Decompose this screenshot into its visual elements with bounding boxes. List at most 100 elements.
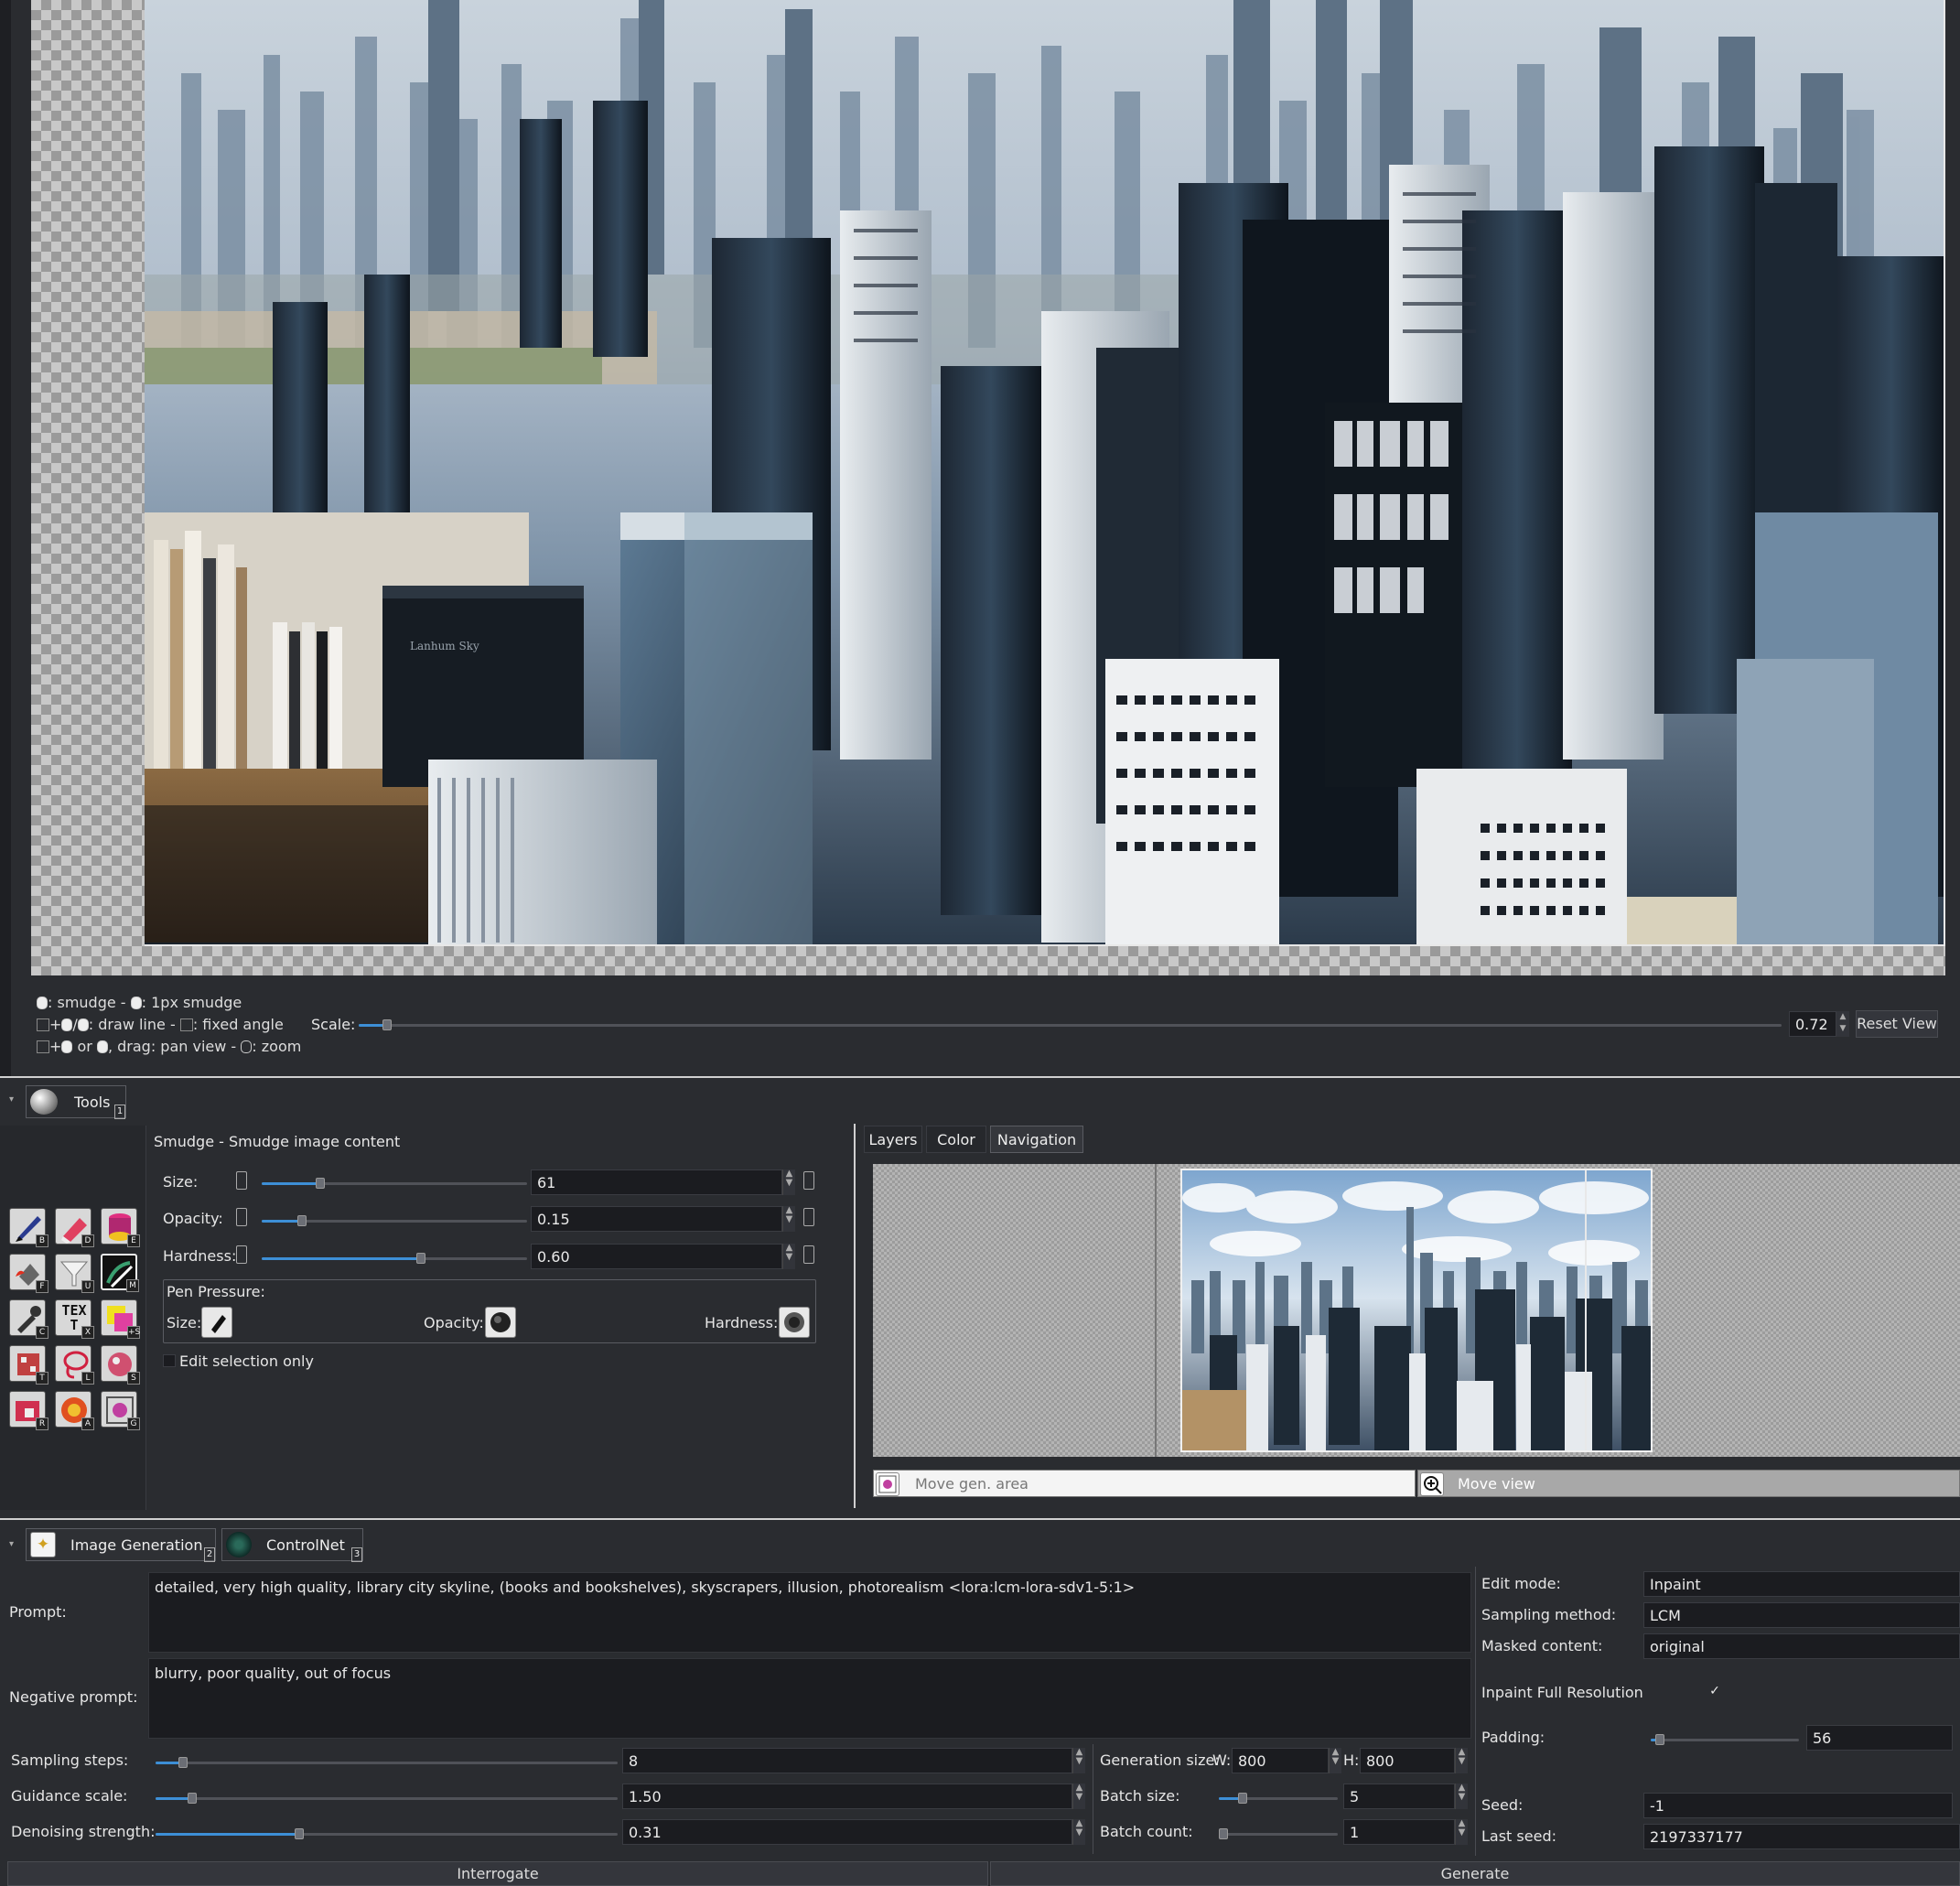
- tab-color[interactable]: Color: [926, 1126, 986, 1153]
- opacity-increase-icon[interactable]: [803, 1208, 814, 1226]
- height-spin-arrows[interactable]: ▲ ▼: [1455, 1748, 1468, 1773]
- auto-select-tool-icon[interactable]: A: [55, 1391, 94, 1430]
- fill-bucket-tool-icon[interactable]: F: [9, 1254, 48, 1293]
- batch-count-spin-arrows[interactable]: ▲ ▼: [1455, 1819, 1468, 1845]
- batch-count-input[interactable]: 1: [1343, 1819, 1455, 1845]
- sampling-steps-spin-arrows[interactable]: ▲ ▼: [1072, 1748, 1085, 1773]
- layer-stack-tool-icon[interactable]: E: [101, 1208, 140, 1247]
- tab-layers[interactable]: Layers: [864, 1126, 922, 1153]
- sampling-steps-input[interactable]: 8: [622, 1748, 1072, 1773]
- size-increase-icon[interactable]: [803, 1171, 814, 1190]
- move-view-button[interactable]: Move view: [1417, 1470, 1960, 1497]
- text-tool-icon[interactable]: TEXT X: [55, 1299, 94, 1339]
- mouse-right-icon: [77, 1018, 89, 1031]
- batch-size-slider-handle[interactable]: [1238, 1793, 1247, 1804]
- prompt-textarea[interactable]: detailed, very high quality, library cit…: [148, 1572, 1471, 1653]
- scale-spin-arrows[interactable]: ▲ ▼: [1836, 1011, 1849, 1037]
- sampling-method-select[interactable]: LCM: [1643, 1602, 1960, 1628]
- inpaint-full-resolution-checkbox[interactable]: ✓: [1707, 1684, 1722, 1698]
- padding-slider-handle[interactable]: [1655, 1734, 1664, 1745]
- sampling-steps-slider-handle[interactable]: [178, 1757, 188, 1768]
- scale-slider[interactable]: [359, 1019, 1782, 1030]
- select-tool-icon[interactable]: S: [101, 1345, 140, 1385]
- filter-tool-icon[interactable]: U: [55, 1254, 94, 1293]
- denoising-strength-slider[interactable]: [156, 1828, 618, 1839]
- eraser-tool-icon[interactable]: D: [55, 1208, 94, 1247]
- mouse-left-icon: [37, 997, 48, 1009]
- navigation-thumbnail: [1180, 1169, 1653, 1452]
- opacity-spin-arrows[interactable]: ▲ ▼: [782, 1206, 795, 1232]
- height-input[interactable]: 800: [1360, 1748, 1455, 1773]
- padding-slider[interactable]: [1651, 1734, 1799, 1745]
- image-canvas[interactable]: Lanhum Sky: [31, 0, 1945, 975]
- tab-image-generation[interactable]: ✦ Image Generation 2: [26, 1528, 216, 1562]
- hardness-spin-arrows[interactable]: ▲ ▼: [782, 1244, 795, 1269]
- last-seed-field[interactable]: 2197337177: [1643, 1824, 1960, 1849]
- hardness-increase-icon[interactable]: [803, 1245, 814, 1264]
- hardness-slider-handle[interactable]: [416, 1253, 425, 1264]
- width-input[interactable]: 800: [1232, 1748, 1329, 1773]
- scale-slider-handle[interactable]: [382, 1019, 392, 1030]
- reset-view-button[interactable]: Reset View: [1856, 1010, 1938, 1038]
- tab-navigation[interactable]: Navigation: [990, 1126, 1083, 1153]
- opacity-label: Opacity:: [163, 1210, 223, 1227]
- hardness-slider[interactable]: [262, 1253, 527, 1264]
- color-picker-tool-icon[interactable]: C: [9, 1299, 48, 1339]
- size-decrease-icon[interactable]: [236, 1171, 247, 1190]
- batch-size-slider[interactable]: [1219, 1793, 1338, 1804]
- size-slider[interactable]: [262, 1178, 527, 1189]
- guidance-scale-slider[interactable]: [156, 1793, 618, 1804]
- denoising-strength-slider-handle[interactable]: [295, 1828, 304, 1839]
- opacity-decrease-icon[interactable]: [236, 1208, 247, 1226]
- hardness-decrease-icon[interactable]: [236, 1245, 247, 1264]
- gen-area-tool-icon[interactable]: G: [101, 1391, 140, 1430]
- batch-count-slider[interactable]: [1219, 1828, 1338, 1839]
- tab-key-badge: 2: [204, 1547, 215, 1562]
- tab-tools[interactable]: Tools 1: [26, 1085, 126, 1119]
- brush-tool-icon[interactable]: B: [9, 1208, 48, 1247]
- controlnet-icon: [226, 1532, 252, 1557]
- opacity-slider-handle[interactable]: [297, 1215, 307, 1226]
- transform-tool-icon[interactable]: T: [9, 1345, 48, 1385]
- guidance-scale-slider-handle[interactable]: [188, 1793, 197, 1804]
- size-spin-arrows[interactable]: ▲ ▼: [782, 1169, 795, 1195]
- generate-button[interactable]: Generate: [990, 1861, 1960, 1886]
- mouse-wheel-icon: [241, 1040, 253, 1053]
- batch-size-input[interactable]: 5: [1343, 1784, 1455, 1809]
- denoising-strength-input[interactable]: 0.31: [622, 1819, 1072, 1845]
- denoising-strength-spin-arrows[interactable]: ▲ ▼: [1072, 1819, 1085, 1845]
- edit-mode-select[interactable]: Inpaint: [1643, 1571, 1960, 1597]
- collapse-arrow-icon[interactable]: ▾: [9, 1094, 14, 1105]
- width-spin-arrows[interactable]: ▲ ▼: [1329, 1748, 1341, 1773]
- stamp-tool-icon[interactable]: +S: [101, 1299, 140, 1339]
- opacity-slider[interactable]: [262, 1215, 527, 1226]
- tab-key-badge: 1: [114, 1105, 125, 1119]
- lasso-tool-icon[interactable]: L: [55, 1345, 94, 1385]
- negative-prompt-textarea[interactable]: blurry, poor quality, out of focus: [148, 1658, 1471, 1739]
- mouse-left-icon: [61, 1040, 73, 1053]
- interrogate-button[interactable]: Interrogate: [7, 1861, 988, 1886]
- opacity-value-input[interactable]: 0.15: [531, 1206, 782, 1232]
- size-value-input[interactable]: 61: [531, 1169, 782, 1195]
- size-slider-handle[interactable]: [316, 1178, 325, 1189]
- masked-content-select[interactable]: original: [1643, 1633, 1960, 1659]
- sampling-steps-slider[interactable]: [156, 1757, 618, 1768]
- zoom-in-icon: [1420, 1472, 1444, 1496]
- collapse-arrow-icon[interactable]: ▾: [9, 1539, 14, 1549]
- move-gen-area-button[interactable]: Move gen. area: [873, 1470, 1416, 1497]
- batch-size-spin-arrows[interactable]: ▲ ▼: [1455, 1784, 1468, 1809]
- batch-count-slider-handle[interactable]: [1219, 1828, 1228, 1839]
- smudge-tool-icon[interactable]: M: [101, 1254, 139, 1292]
- pp-hardness-toggle-icon[interactable]: [779, 1307, 810, 1338]
- tab-controlnet[interactable]: ControlNet 3: [221, 1528, 363, 1562]
- padding-input[interactable]: 56: [1806, 1725, 1953, 1751]
- pp-size-toggle-icon[interactable]: [201, 1307, 232, 1338]
- guidance-scale-spin-arrows[interactable]: ▲ ▼: [1072, 1784, 1085, 1809]
- guidance-scale-input[interactable]: 1.50: [622, 1784, 1072, 1809]
- rect-select-tool-icon[interactable]: R: [9, 1391, 48, 1430]
- edit-selection-checkbox[interactable]: [163, 1354, 176, 1367]
- hardness-value-input[interactable]: 0.60: [531, 1244, 782, 1269]
- seed-input[interactable]: -1: [1643, 1793, 1953, 1818]
- scale-value-input[interactable]: 0.72: [1789, 1011, 1836, 1037]
- pp-opacity-toggle-icon[interactable]: [485, 1307, 516, 1338]
